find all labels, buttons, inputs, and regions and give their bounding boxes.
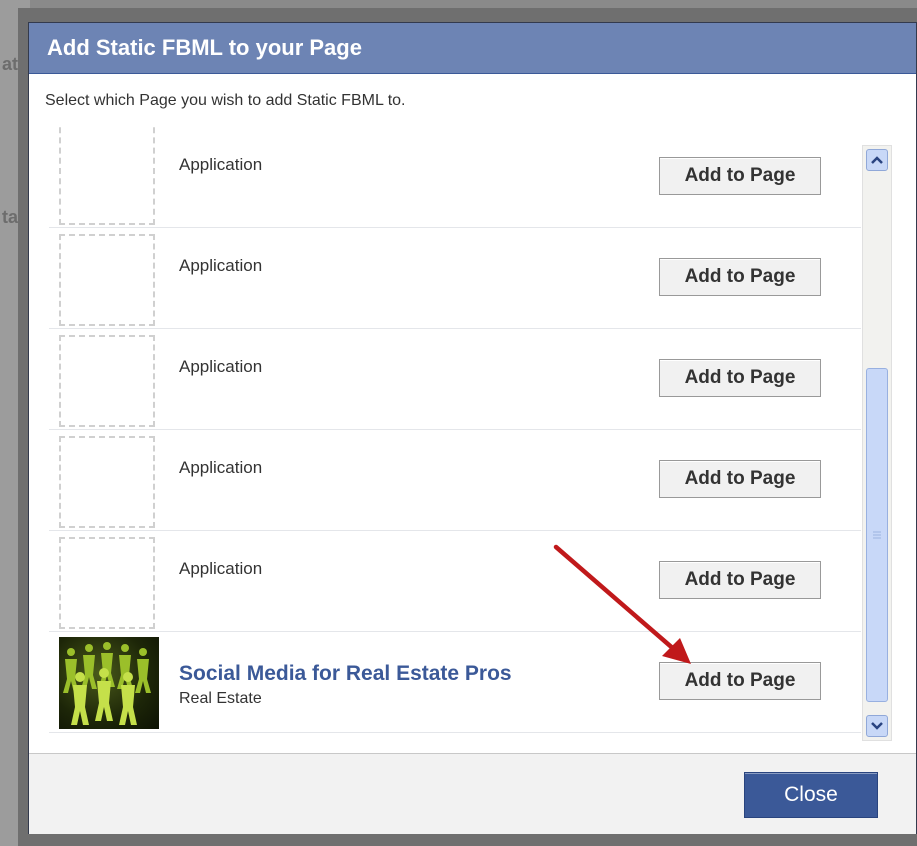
list-item: Social Media for Real Estate Pros Real E…	[49, 632, 861, 733]
list-item: Application Add to Page	[49, 329, 861, 430]
page-name-link[interactable]: Social Media for Real Estate Pros	[179, 662, 512, 686]
close-button[interactable]: Close	[744, 772, 878, 818]
placeholder-thumbnail	[59, 436, 155, 528]
people-figures-image	[63, 642, 151, 725]
add-to-page-button[interactable]: Add to Page	[659, 359, 821, 397]
placeholder-thumbnail	[59, 537, 155, 629]
list-item: Application Add to Page	[49, 127, 861, 228]
dialog-footer: Close	[29, 753, 916, 834]
add-to-page-button[interactable]: Add to Page	[659, 258, 821, 296]
dialog-subtitle: Select which Page you wish to add Static…	[29, 74, 916, 129]
chevron-down-icon[interactable]	[866, 715, 888, 737]
list-item: Application Add to Page	[49, 430, 861, 531]
chevron-up-icon[interactable]	[866, 149, 888, 171]
page-list-area: Application Add to Page Application Add …	[29, 127, 916, 752]
item-label: Application	[179, 559, 263, 578]
add-static-fbml-dialog: Add Static FBML to your Page Select whic…	[28, 22, 917, 834]
item-label: Application	[179, 357, 263, 376]
item-label: Application	[179, 256, 263, 275]
page-category: Real Estate	[179, 690, 262, 707]
list-scrollbar[interactable]	[862, 145, 892, 741]
list-item: Application Add to Page	[49, 531, 861, 632]
background-text-fragment: ta	[2, 207, 19, 227]
page-list: Application Add to Page Application Add …	[49, 127, 861, 733]
placeholder-thumbnail	[59, 234, 155, 326]
item-label: Application	[179, 458, 263, 477]
add-to-page-button[interactable]: Add to Page	[659, 460, 821, 498]
list-item: Application Add to Page	[49, 228, 861, 329]
item-label: Application	[179, 155, 263, 174]
placeholder-thumbnail	[59, 335, 155, 427]
grip-icon	[873, 531, 881, 539]
add-to-page-button[interactable]: Add to Page	[659, 662, 821, 700]
page-photo-thumbnail	[59, 637, 159, 729]
placeholder-thumbnail	[59, 127, 155, 225]
background-text-fragment: at	[2, 54, 19, 74]
dialog-title: Add Static FBML to your Page	[29, 23, 916, 74]
add-to-page-button[interactable]: Add to Page	[659, 157, 821, 195]
add-to-page-button[interactable]: Add to Page	[659, 561, 821, 599]
scrollbar-thumb[interactable]	[866, 368, 888, 702]
